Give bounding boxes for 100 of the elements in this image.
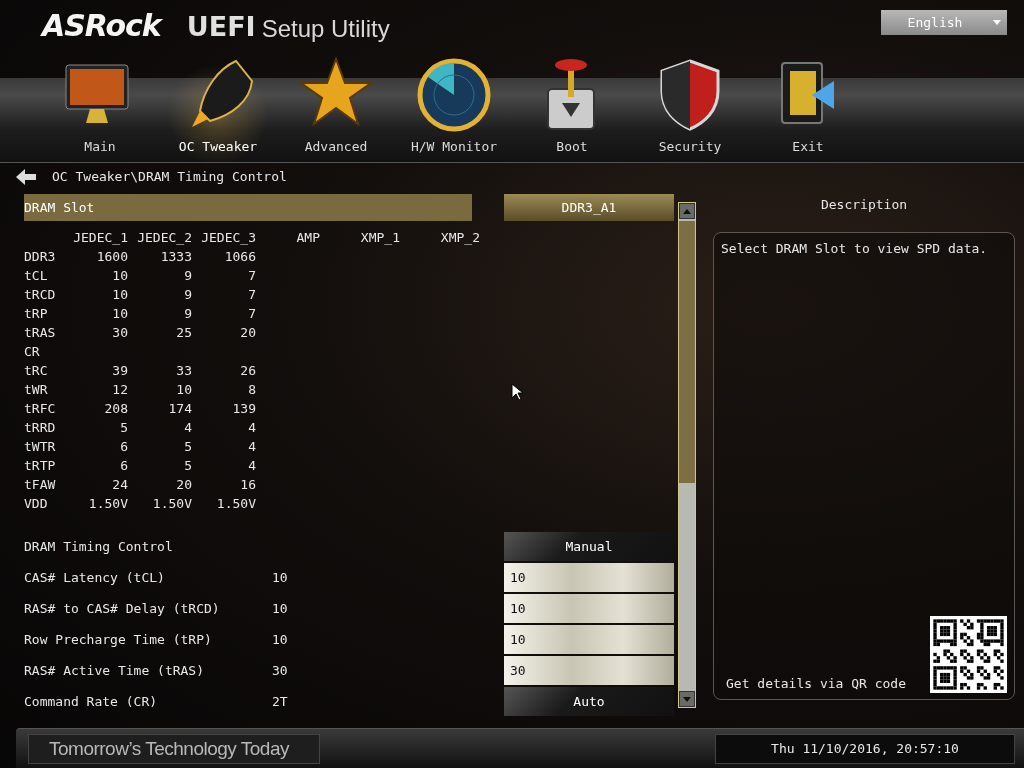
setting-label: CAS# Latency (tCL) — [24, 570, 166, 585]
row-label: tRP — [24, 306, 49, 321]
qr-code-icon — [930, 616, 1007, 693]
table-cell-text: 10 — [175, 382, 192, 397]
table-cell-text: 24 — [111, 477, 128, 492]
column-header: JEDEC_3 — [200, 230, 256, 245]
down-arrow-icon — [683, 696, 691, 702]
nav-tab[interactable]: Exit — [749, 55, 867, 163]
caret-icon — [993, 20, 1001, 25]
breadcrumb: OC Tweaker\DRAM Timing Control — [52, 169, 287, 184]
setting-value: 10 — [272, 570, 288, 585]
section-label: DRAM Slot — [24, 200, 95, 215]
setting-label: Command Rate (CR) — [24, 694, 159, 709]
column-header: JEDEC_2 — [136, 230, 192, 245]
description-text: Select DRAM Slot to view SPD data. — [721, 241, 989, 256]
row-label: tRRD — [24, 420, 57, 435]
row-label: tFAW — [24, 477, 57, 492]
table-cell-text: 4 — [183, 420, 192, 435]
nav-tab[interactable]: Boot — [513, 55, 631, 163]
row-label: tCL — [24, 268, 49, 283]
mouse-pointer-icon — [511, 383, 523, 401]
scroll-thumb[interactable] — [679, 221, 695, 483]
qr-caption: Get details via QR code — [725, 676, 906, 693]
table-cell-text: 30 — [111, 325, 128, 340]
table-cell-text: 8 — [247, 382, 256, 397]
row-label: tRC — [24, 363, 49, 378]
table-cell-text: 33 — [175, 363, 192, 378]
slot-select-button[interactable]: DDR3_A1 — [504, 194, 674, 221]
row-label: tRFC — [24, 401, 57, 416]
scroll-up-button[interactable] — [679, 203, 695, 219]
setting-value: 10 — [272, 632, 288, 647]
row-label: VDD — [24, 496, 49, 511]
option-button[interactable]: Manual — [504, 532, 674, 561]
setting-value: 30 — [272, 663, 288, 678]
table-cell-text: 20 — [175, 477, 192, 492]
row-label: tRCD — [24, 287, 57, 302]
setting-label: RAS# Active Time (tRAS) — [24, 663, 205, 678]
table-cell-text: 16 — [239, 477, 256, 492]
table-cell-text: 26 — [239, 363, 256, 378]
nav-tab[interactable]: Advanced — [277, 55, 395, 163]
table-cell-text: 10 — [111, 287, 128, 302]
logo: ASRock — [42, 10, 161, 42]
table-cell-text: 10 — [111, 306, 128, 321]
table-cell-text: 10 — [111, 268, 128, 283]
table-cell-text: 5 — [183, 458, 192, 473]
table-cell-text: 1600 — [95, 249, 128, 264]
input-field[interactable]: 10 — [504, 625, 674, 654]
row-label: tRTP — [24, 458, 57, 473]
table-cell-text: 4 — [247, 439, 256, 454]
description-title: Description — [819, 196, 909, 214]
table-cell-text: 20 — [239, 325, 256, 340]
table-cell-text: 1066 — [223, 249, 256, 264]
table-cell-text: 7 — [247, 268, 256, 283]
row-label: tWTR — [24, 439, 57, 454]
scroll-down-button[interactable] — [679, 691, 695, 707]
row-label: tWR — [24, 382, 49, 397]
scrollbar[interactable] — [678, 202, 696, 708]
table-cell-text: 1.50V — [215, 496, 256, 511]
table-cell-text: 4 — [247, 458, 256, 473]
nav-tab[interactable]: Main — [41, 55, 159, 163]
tagline: Tomorrow’s Technology Today — [28, 733, 320, 764]
input-field[interactable]: 10 — [504, 594, 674, 623]
back-arrow-icon[interactable] — [16, 168, 36, 185]
table-cell-text: 1.50V — [87, 496, 128, 511]
table-cell-text: 9 — [183, 306, 192, 321]
table-cell-text: 139 — [231, 401, 256, 416]
row-label: DDR3 — [24, 249, 57, 264]
table-cell-text: 5 — [183, 439, 192, 454]
table-cell-text: 208 — [103, 401, 128, 416]
table-cell-text: 1333 — [159, 249, 192, 264]
table-cell-text: 7 — [247, 287, 256, 302]
setting-label: Row Precharge Time (tRP) — [24, 632, 213, 647]
input-field[interactable]: 30 — [504, 656, 674, 685]
table-cell-text: 25 — [175, 325, 192, 340]
column-header: XMP_1 — [359, 230, 400, 245]
table-cell-text: 9 — [183, 287, 192, 302]
up-arrow-icon — [683, 208, 691, 214]
row-label: tRAS — [24, 325, 57, 340]
app-title-bold: UEFI — [186, 10, 256, 44]
setting-label: DRAM Timing Control — [24, 539, 174, 554]
setting-label: RAS# to CAS# Delay (tRCD) — [24, 601, 221, 616]
nav-tab[interactable]: H/W Monitor — [395, 55, 513, 163]
table-cell-text: 7 — [247, 306, 256, 321]
nav-tab[interactable]: Security — [631, 55, 749, 163]
table-cell-text: 1.50V — [151, 496, 192, 511]
table-cell-text: 9 — [183, 268, 192, 283]
table-cell-text: 39 — [111, 363, 128, 378]
date-time: Thu 11/10/2016, 20:57:10 — [715, 733, 1015, 764]
setting-value: 10 — [272, 601, 288, 616]
table-cell-text: 5 — [119, 420, 128, 435]
column-header: XMP_2 — [439, 230, 480, 245]
input-field[interactable]: 10 — [504, 563, 674, 592]
row-label: CR — [24, 344, 41, 359]
column-header: AMP — [295, 230, 320, 245]
table-cell-text: 174 — [167, 401, 192, 416]
option-button[interactable]: Auto — [504, 687, 674, 716]
table-cell-text: 6 — [119, 439, 128, 454]
table-cell-text: 12 — [111, 382, 128, 397]
setting-value: 2T — [272, 694, 288, 709]
table-cell-text: 6 — [119, 458, 128, 473]
